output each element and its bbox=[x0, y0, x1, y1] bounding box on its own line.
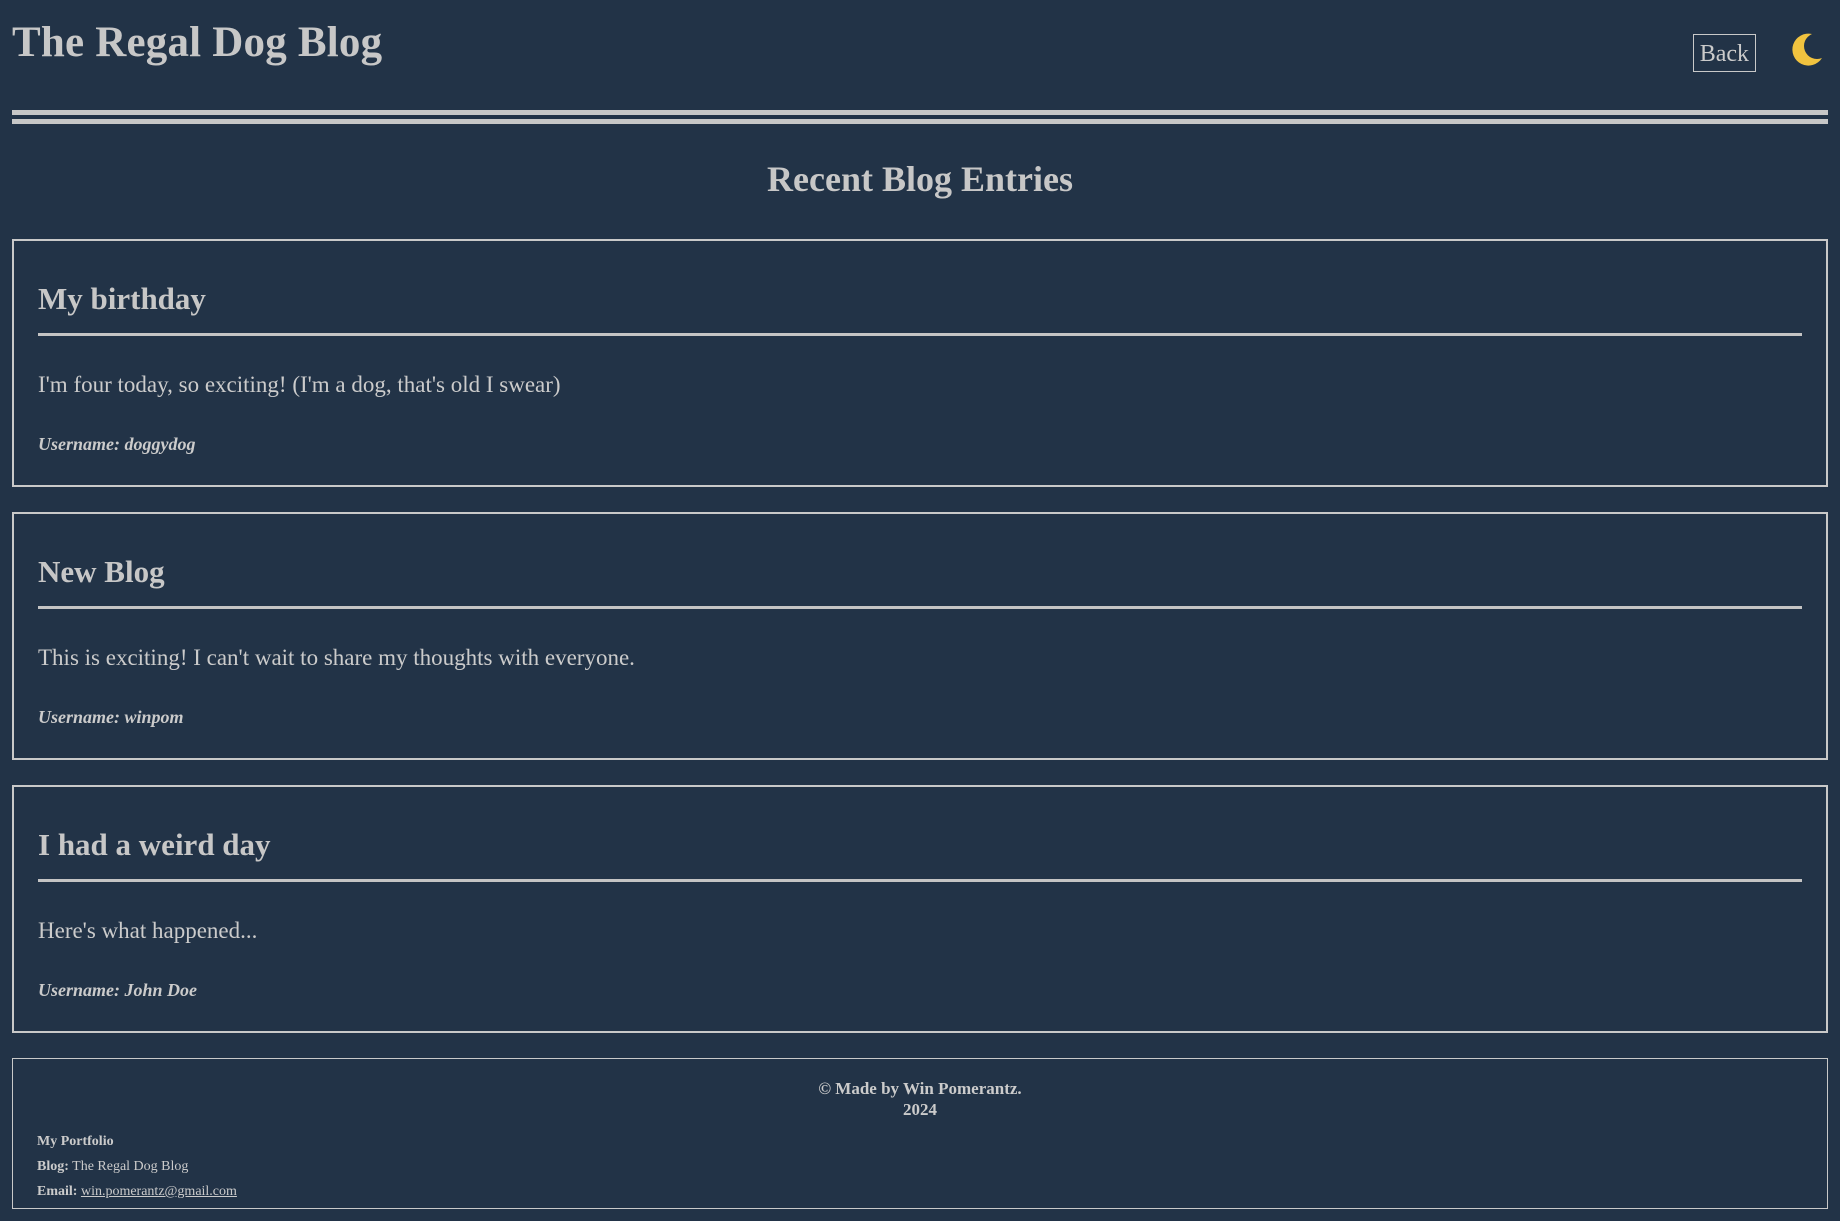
blog-post: New Blog This is exciting! I can't wait … bbox=[12, 512, 1828, 760]
site-footer: © Made by Win Pomerantz. 2024 My Portfol… bbox=[12, 1058, 1828, 1209]
copyright-year: 2024 bbox=[903, 1100, 937, 1119]
blog-post: My birthday I'm four today, so exciting!… bbox=[12, 239, 1828, 487]
blog-post: I had a weird day Here's what happened..… bbox=[12, 785, 1828, 1033]
blog-label: Blog: bbox=[37, 1159, 69, 1174]
blog-value: The Regal Dog Blog bbox=[72, 1159, 189, 1174]
post-body: I'm four today, so exciting! (I'm a dog,… bbox=[38, 372, 561, 397]
footer-email-line: Email: win.pomerantz@gmail.com bbox=[37, 1179, 237, 1204]
site-header: The Regal Dog Blog Back bbox=[12, 0, 1828, 124]
crescent-moon-icon[interactable] bbox=[1786, 30, 1826, 70]
site-title: The Regal Dog Blog bbox=[12, 19, 383, 66]
footer-copyright: © Made by Win Pomerantz. 2024 bbox=[13, 1078, 1827, 1120]
post-title: New Blog bbox=[38, 554, 1802, 609]
footer-links: My Portfolio Blog: The Regal Dog Blog Em… bbox=[37, 1129, 237, 1204]
header-rule-bottom bbox=[12, 119, 1828, 124]
post-title: My birthday bbox=[38, 281, 1802, 336]
footer-blog-line: Blog: The Regal Dog Blog bbox=[37, 1154, 237, 1179]
header-rule-top bbox=[12, 110, 1828, 115]
section-title: Recent Blog Entries bbox=[767, 159, 1073, 199]
post-username: Username: doggydog bbox=[38, 434, 196, 454]
portfolio-link[interactable]: My Portfolio bbox=[37, 1134, 114, 1149]
copyright-text: © Made by Win Pomerantz. bbox=[818, 1079, 1022, 1098]
post-username: Username: John Doe bbox=[38, 980, 198, 1000]
post-body: Here's what happened... bbox=[38, 918, 258, 943]
crescent-moon-icon-svg bbox=[1792, 33, 1822, 66]
portfolio-label: My Portfolio bbox=[37, 1129, 237, 1154]
email-label: Email: bbox=[37, 1184, 78, 1199]
email-link[interactable]: win.pomerantz@gmail.com bbox=[81, 1184, 237, 1199]
back-button[interactable]: Back bbox=[1692, 34, 1756, 72]
post-username: Username: winpom bbox=[38, 707, 184, 727]
post-body: This is exciting! I can't wait to share … bbox=[38, 645, 635, 670]
post-title: I had a weird day bbox=[38, 827, 1802, 882]
